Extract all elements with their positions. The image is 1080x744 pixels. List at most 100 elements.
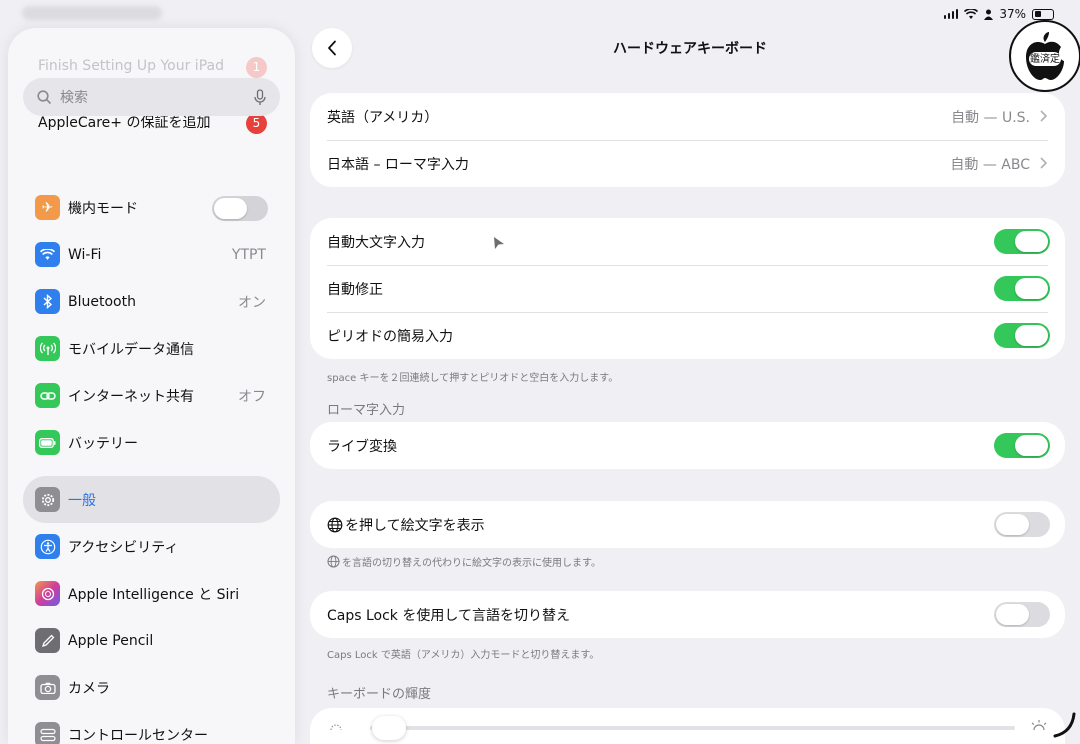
live-conversion-row: ライブ変換	[310, 422, 1065, 469]
sidebar-item-mobile-data[interactable]: モバイルデータ通信	[23, 325, 280, 372]
auto-correction-toggle[interactable]	[994, 276, 1050, 301]
gear-icon	[35, 487, 60, 512]
person-icon	[984, 9, 994, 20]
corner-arc-icon	[1053, 712, 1076, 738]
globe-emoji-label: を押して絵文字を表示	[345, 517, 485, 534]
pencil-icon	[35, 628, 60, 653]
globe-icon	[327, 555, 340, 568]
search-placeholder: 検索	[60, 90, 88, 106]
wifi-status-icon	[964, 8, 979, 19]
sidebar-item-siri[interactable]: Apple Intelligence と Siri	[23, 570, 280, 617]
battery-status-icon	[1032, 8, 1054, 20]
brightness-low-icon	[330, 724, 342, 731]
sidebar-item-label: アクセシビリティ	[68, 539, 179, 556]
accessibility-icon	[35, 534, 60, 559]
status-time-blurred	[22, 6, 162, 20]
live-conversion-toggle[interactable]	[994, 433, 1050, 458]
auto-capitalization-row: 自動大文字入力	[310, 218, 1065, 265]
brightness-section-header: キーボードの輝度	[327, 687, 432, 702]
control-center-icon	[35, 722, 60, 744]
sidebar-item-label: Wi-Fi	[68, 246, 102, 263]
sidebar-item-label: Bluetooth	[68, 293, 136, 310]
antenna-icon	[35, 336, 60, 361]
sidebar-item-label: Apple Pencil	[68, 632, 154, 649]
caps-lock-label: Caps Lock を使用して言語を切り替え	[327, 607, 570, 624]
sidebar-item-control-center[interactable]: コントロールセンター	[23, 711, 280, 744]
sidebar-item-battery[interactable]: バッテリー	[23, 419, 280, 466]
globe-icon	[327, 517, 343, 532]
settings-menu: ✈ 機内モード Wi-Fi YTPT Bluetooth オン モバイルデータ通…	[23, 184, 280, 744]
sidebar-item-label: コントロールセンター	[68, 727, 208, 744]
brightness-group	[310, 708, 1065, 744]
applecare-label: AppleCare+ の保証を追加	[38, 115, 211, 131]
microphone-icon[interactable]	[254, 88, 266, 106]
sidebar-item-label: バッテリー	[68, 435, 138, 452]
romaji-group: ライブ変換	[310, 422, 1065, 469]
auto-capitalization-toggle[interactable]	[994, 229, 1050, 254]
sidebar-item-airplane-mode[interactable]: ✈ 機内モード	[23, 184, 280, 231]
globe-footnote: を言語の切り替えの代わりに絵文字の表示に使用します。	[327, 554, 601, 569]
sidebar-item-hotspot[interactable]: インターネット共有 オフ	[23, 372, 280, 419]
keyboard-detail: 自動 — U.S.	[951, 109, 1030, 126]
period-shortcut-label: ピリオドの簡易入力	[327, 328, 453, 345]
sidebar-item-label: Apple Intelligence と Siri	[68, 586, 240, 603]
live-conversion-label: ライブ変換	[327, 438, 397, 455]
period-shortcut-toggle[interactable]	[994, 323, 1050, 348]
caps-lock-toggle[interactable]	[994, 602, 1050, 627]
brightness-slider-track[interactable]	[370, 726, 1015, 730]
search-field[interactable]: 検索	[23, 78, 280, 116]
sidebar-item-label: 機内モード	[68, 200, 138, 217]
airplane-icon: ✈	[35, 195, 60, 220]
period-shortcut-row: ピリオドの簡易入力	[310, 312, 1065, 359]
sidebar-item-bluetooth[interactable]: Bluetooth オン	[23, 278, 280, 325]
sidebar-item-general[interactable]: 一般	[23, 476, 280, 523]
sidebar-item-value: YTPT	[231, 246, 266, 263]
applecare-badge: 5	[246, 113, 267, 134]
caps-lock-group: Caps Lock を使用して言語を切り替え	[310, 591, 1065, 638]
auto-capitalization-label: 自動大文字入力	[327, 234, 425, 251]
sidebar-item-label: インターネット共有	[68, 388, 194, 405]
sidebar-item-accessibility[interactable]: アクセシビリティ	[23, 523, 280, 570]
finish-setup-badge: 1	[246, 57, 267, 78]
page-title: ハードウェアキーボード	[613, 41, 767, 57]
sidebar-item-value: オフ	[238, 388, 266, 405]
logo-text: 鑑済定	[1030, 54, 1060, 65]
brightness-slider-knob[interactable]	[372, 716, 407, 740]
sidebar-item-value: オン	[238, 294, 266, 311]
typing-options-group: 自動大文字入力 自動修正 ピリオドの簡易入力	[310, 218, 1065, 359]
brightness-high-icon	[1031, 720, 1047, 731]
auto-correction-label: 自動修正	[327, 281, 383, 298]
chevron-right-icon	[1040, 110, 1047, 122]
finish-setup-row[interactable]: Finish Setting Up Your iPad 1	[38, 57, 267, 80]
battery-icon	[35, 430, 60, 455]
airplane-mode-toggle[interactable]	[212, 196, 268, 221]
finish-setup-label: Finish Setting Up Your iPad	[38, 58, 224, 74]
wifi-icon	[35, 242, 60, 267]
chevron-right-icon	[1040, 157, 1047, 169]
link-icon	[35, 383, 60, 408]
sidebar-item-label: モバイルデータ通信	[68, 341, 194, 358]
pointer-cursor-icon	[494, 237, 504, 249]
globe-emoji-toggle[interactable]	[994, 512, 1050, 537]
camera-icon	[35, 675, 60, 700]
status-bar: 37%	[0, 0, 1080, 28]
sidebar-item-label: 一般	[68, 492, 96, 509]
sidebar: Finish Setting Up Your iPad 1 AppleCare+…	[8, 28, 295, 744]
cellular-signal-icon	[943, 9, 959, 19]
keyboard-label: 英語（アメリカ）	[327, 109, 439, 126]
globe-footnote-text: を言語の切り替えの代わりに絵文字の表示に使用します。	[342, 558, 601, 569]
sidebar-item-apple-pencil[interactable]: Apple Pencil	[23, 617, 280, 664]
sidebar-item-label: カメラ	[68, 680, 110, 697]
bluetooth-icon	[35, 289, 60, 314]
search-icon	[37, 89, 52, 104]
auto-correction-row: 自動修正	[310, 265, 1065, 312]
keyboard-label: 日本語 – ローマ字入力	[327, 156, 469, 173]
siri-icon	[35, 581, 60, 606]
keyboards-group: 英語（アメリカ） 自動 — U.S. 日本語 – ローマ字入力 自動 — ABC	[310, 93, 1065, 187]
sidebar-item-wifi[interactable]: Wi-Fi YTPT	[23, 231, 280, 278]
keyboard-detail: 自動 — ABC	[950, 156, 1030, 173]
period-footnote: space キーを２回連続して押すとピリオドと空白を入力します。	[327, 373, 619, 384]
keyboard-row-english[interactable]: 英語（アメリカ） 自動 — U.S.	[310, 93, 1065, 140]
keyboard-row-japanese[interactable]: 日本語 – ローマ字入力 自動 — ABC	[310, 140, 1065, 187]
sidebar-item-camera[interactable]: カメラ	[23, 664, 280, 711]
